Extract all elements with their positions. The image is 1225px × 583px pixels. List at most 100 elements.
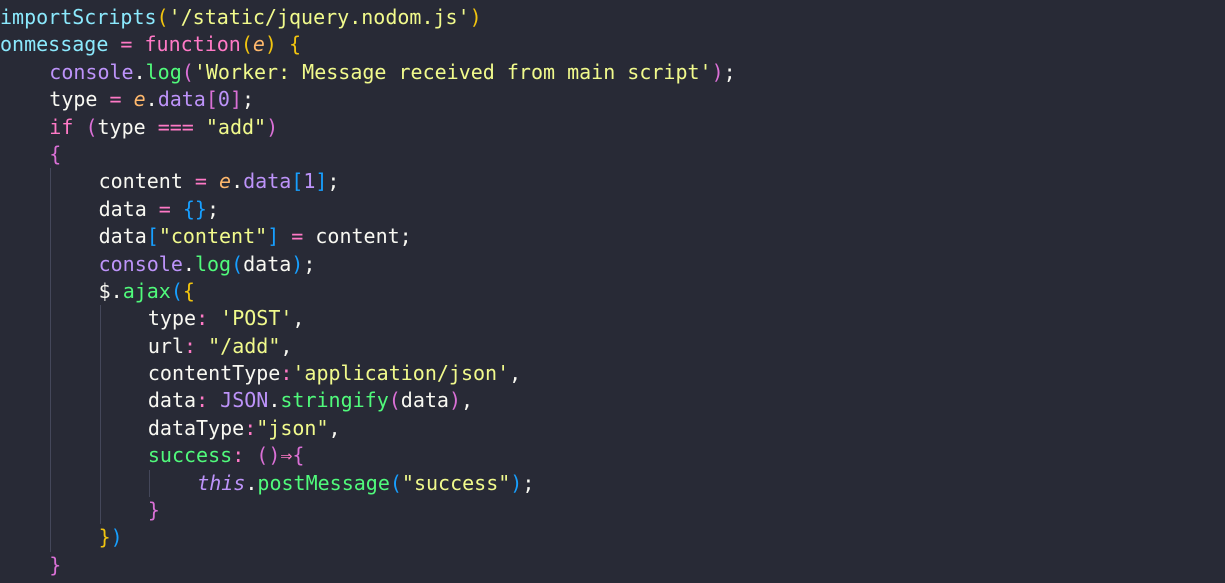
code-token: , <box>328 415 341 440</box>
code-token: } <box>49 552 62 577</box>
code-token: ⇒ <box>280 443 293 468</box>
code-line[interactable]: { <box>0 141 736 168</box>
code-token: : <box>232 443 257 468</box>
code-line[interactable]: content = e.data[1]; <box>0 168 736 196</box>
code-line[interactable]: data["content"] = content; <box>0 223 736 251</box>
code-token: ( <box>388 388 401 413</box>
code-token: = <box>146 196 183 221</box>
code-token: ; <box>522 470 535 495</box>
code-token: [ <box>146 224 159 249</box>
code-token: ) <box>291 251 304 276</box>
code-token: this <box>197 470 246 495</box>
code-token: "add" <box>205 114 267 139</box>
code-token: , <box>292 306 305 331</box>
code-token: , <box>461 388 474 413</box>
code-token: e <box>219 169 232 194</box>
code-token: ; <box>206 196 220 221</box>
code-token: postMessage <box>257 470 390 495</box>
code-token: ( <box>240 32 253 57</box>
code-token: , <box>280 333 293 358</box>
code-token: . <box>268 388 281 413</box>
code-line[interactable]: } <box>0 552 736 579</box>
code-token: type <box>97 114 146 139</box>
code-token: type <box>147 306 197 331</box>
code-line[interactable]: data = {}; <box>0 195 736 224</box>
code-token: , <box>509 361 522 386</box>
code-token: ) <box>266 114 279 139</box>
code-token: "/add" <box>208 333 281 358</box>
code-token: ) <box>711 59 724 84</box>
code-line[interactable]: url: "/add", <box>0 332 736 361</box>
code-token: type <box>49 87 98 112</box>
code-token: {} <box>182 196 207 221</box>
code-line[interactable]: this.postMessage("success"); <box>0 469 736 498</box>
code-token: e <box>133 87 146 112</box>
code-token: ) <box>264 32 277 57</box>
code-token: data <box>243 169 292 194</box>
code-token: stringify <box>280 388 389 413</box>
code-line[interactable]: type = e.data[0]; <box>0 86 736 113</box>
code-token: : <box>196 306 221 331</box>
code-token: [ <box>291 169 304 194</box>
code-token: . <box>231 169 244 194</box>
code-token: data <box>157 87 206 112</box>
code-token: = <box>108 32 145 57</box>
code-token: $ <box>98 278 111 303</box>
code-token: e <box>252 32 265 57</box>
code-line[interactable]: } <box>0 497 736 525</box>
code-token: ( <box>85 114 98 139</box>
code-token: data <box>147 388 197 413</box>
code-token: : <box>244 415 257 440</box>
code-token: contentType <box>147 361 281 386</box>
code-token: 'application/json' <box>292 361 510 386</box>
code-token: } <box>147 498 160 523</box>
code-token: ] <box>229 87 242 112</box>
code-token: = <box>279 224 316 249</box>
code-token: { <box>289 32 302 57</box>
code-line[interactable]: onmessage = function(e) { <box>0 31 736 58</box>
code-token: = <box>182 169 220 194</box>
code-token: log <box>194 251 232 276</box>
code-line[interactable]: importScripts('/static/jquery.nodom.js') <box>0 4 736 31</box>
code-token: ] <box>315 169 328 194</box>
code-token: url <box>147 333 185 358</box>
code-token: { <box>292 443 305 468</box>
code-token: success <box>147 443 233 468</box>
code-line[interactable]: contentType:'application/json', <box>0 360 736 388</box>
code-editor[interactable]: importScripts('/static/jquery.nodom.js')… <box>0 0 1225 583</box>
code-token: } <box>98 525 111 550</box>
code-token: data <box>243 251 292 276</box>
code-token: ( <box>181 59 194 84</box>
code-token: === <box>145 114 206 139</box>
code-token: "content" <box>158 224 268 249</box>
code-token: data <box>400 388 449 413</box>
code-token: ; <box>242 87 255 112</box>
code-token: ; <box>327 169 340 194</box>
code-lines[interactable]: importScripts('/static/jquery.nodom.js')… <box>0 4 736 579</box>
code-token: onmessage <box>0 32 109 57</box>
code-token: dataType <box>147 415 245 440</box>
code-token: ] <box>267 224 280 249</box>
code-line[interactable]: data: JSON.stringify(data), <box>0 387 736 415</box>
code-token: 'POST' <box>220 306 293 331</box>
code-token: importScripts <box>0 5 157 29</box>
code-token: 'Worker: Message received from main scri… <box>193 59 712 84</box>
code-line[interactable]: dataType:"json", <box>0 414 736 443</box>
code-token: JSON <box>220 388 269 413</box>
code-token: console <box>49 59 134 84</box>
code-token: ( <box>156 5 169 29</box>
code-token: . <box>245 470 258 495</box>
code-line[interactable]: success: ()⇒{ <box>0 442 736 470</box>
code-token: ( <box>170 278 183 303</box>
code-line[interactable]: type: 'POST', <box>0 305 736 333</box>
code-line[interactable]: $.ajax({ <box>0 277 736 306</box>
code-token: [ <box>205 87 218 112</box>
code-token: '/static/jquery.nodom.js' <box>168 5 470 29</box>
code-token: console <box>98 251 183 276</box>
code-line[interactable]: console.log(data); <box>0 250 736 278</box>
code-line[interactable]: if (type === "add") <box>0 114 736 141</box>
code-token: "json" <box>256 415 329 440</box>
code-line[interactable]: }) <box>0 524 736 552</box>
code-line[interactable]: console.log('Worker: Message received fr… <box>0 59 735 86</box>
